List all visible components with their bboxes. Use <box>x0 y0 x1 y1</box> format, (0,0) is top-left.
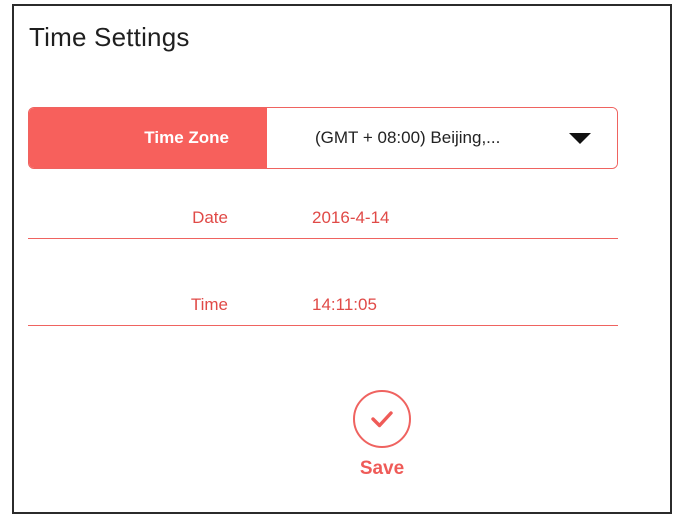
date-label: Date <box>192 208 228 227</box>
date-value: 2016-4-14 <box>312 208 390 227</box>
time-zone-label: Time Zone <box>29 108 267 168</box>
check-circle-icon[interactable] <box>353 390 411 448</box>
time-zone-row: Time Zone (GMT + 08:00) Beijing,... <box>28 107 618 169</box>
save-button[interactable]: Save <box>340 390 424 480</box>
page-title: Time Settings <box>29 22 190 52</box>
time-row: Time 14:11:05 <box>28 289 618 326</box>
checkmark-icon <box>371 411 393 428</box>
time-zone-selected-value: (GMT + 08:00) Beijing,... <box>315 128 501 147</box>
save-label: Save <box>359 458 405 479</box>
time-label: Time <box>190 295 228 314</box>
date-row: Date 2016-4-14 <box>28 202 618 239</box>
time-zone-dropdown[interactable]: (GMT + 08:00) Beijing,... <box>267 108 617 168</box>
time-value: 14:11:05 <box>312 295 377 314</box>
caret-down-icon[interactable] <box>569 132 591 144</box>
